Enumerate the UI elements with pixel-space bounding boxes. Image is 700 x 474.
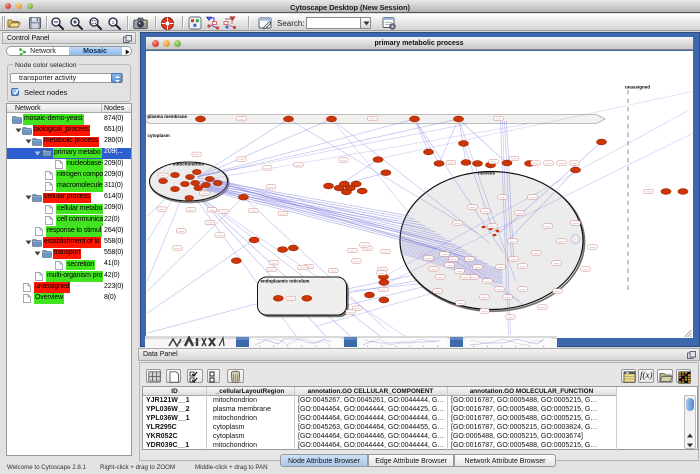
svg-text:endoplasmic reticulum: endoplasmic reticulum xyxy=(260,279,309,284)
svg-text:nucleus: nucleus xyxy=(477,171,495,176)
svg-text:unassigned: unassigned xyxy=(624,85,649,90)
svg-text:mitochondrion: mitochondrion xyxy=(172,162,204,167)
svg-text:cytoplasm: cytoplasm xyxy=(147,133,169,138)
svg-text:plasma membrane: plasma membrane xyxy=(147,114,187,119)
